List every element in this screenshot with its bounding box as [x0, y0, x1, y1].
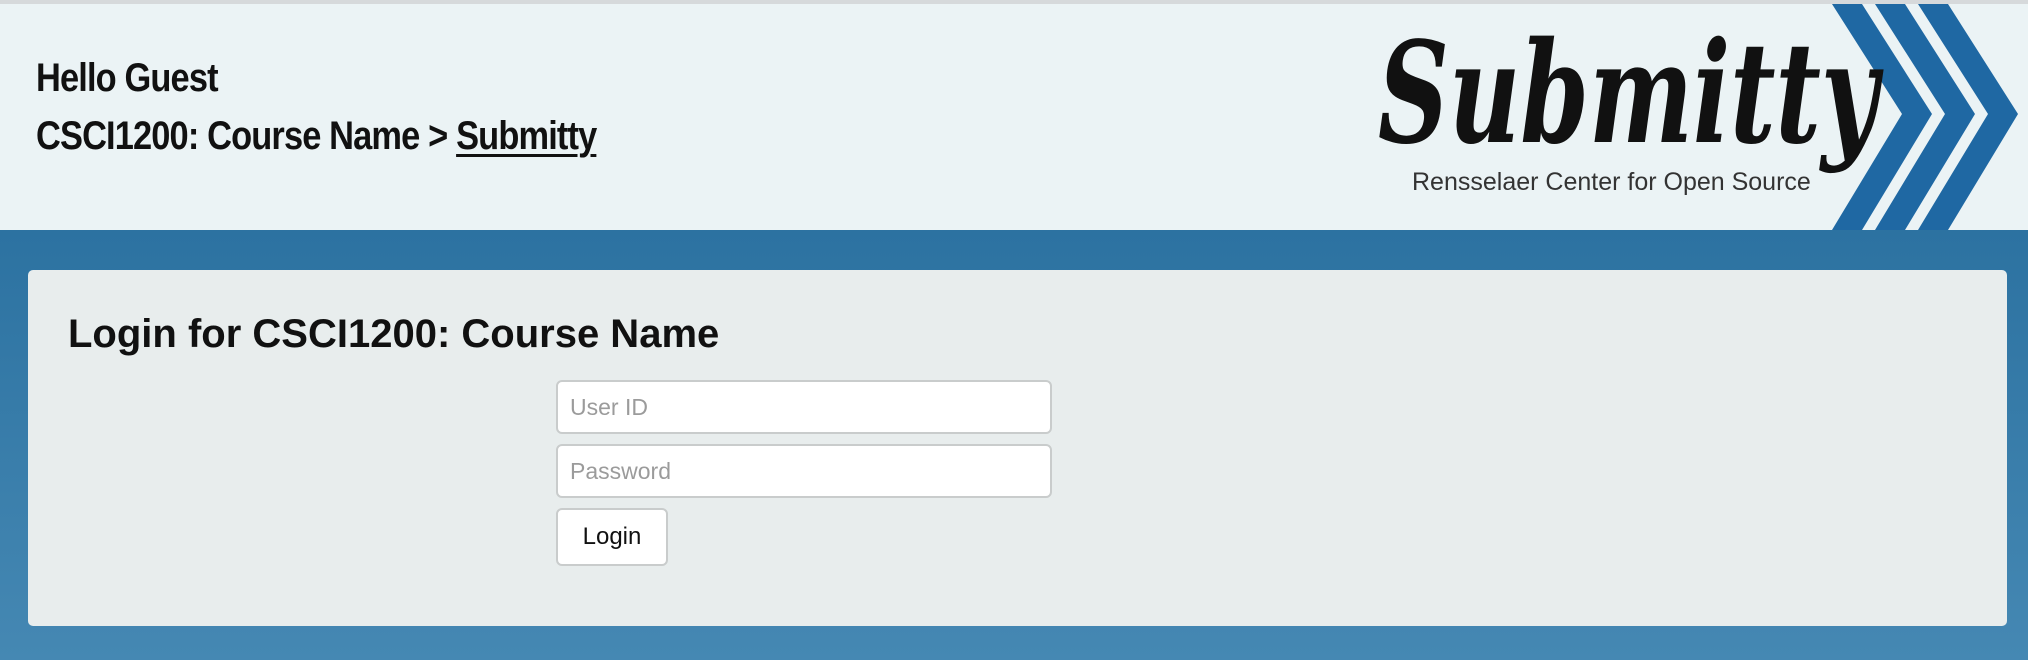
breadcrumb: CSCI1200: Course Name > Submitty — [36, 114, 597, 159]
breadcrumb-separator: > — [428, 114, 448, 158]
page-header: Hello Guest CSCI1200: Course Name > Subm… — [0, 4, 2028, 230]
logo-wordmark: Submitty — [1378, 12, 1884, 176]
submitty-logo[interactable]: Submitty Rensselaer Center for Open Sour… — [1360, 4, 2028, 230]
logo-tagline: Rensselaer Center for Open Source — [1412, 168, 1811, 196]
greeting-text: Hello Guest — [36, 56, 219, 100]
login-title: Login for CSCI1200: Course Name — [68, 312, 720, 356]
breadcrumb-course: CSCI1200: Course Name — [36, 114, 420, 158]
breadcrumb-submitty-link[interactable]: Submitty — [456, 114, 597, 158]
password-input[interactable] — [556, 444, 1052, 498]
user-id-input[interactable] — [556, 380, 1052, 434]
login-button[interactable]: Login — [556, 508, 668, 566]
